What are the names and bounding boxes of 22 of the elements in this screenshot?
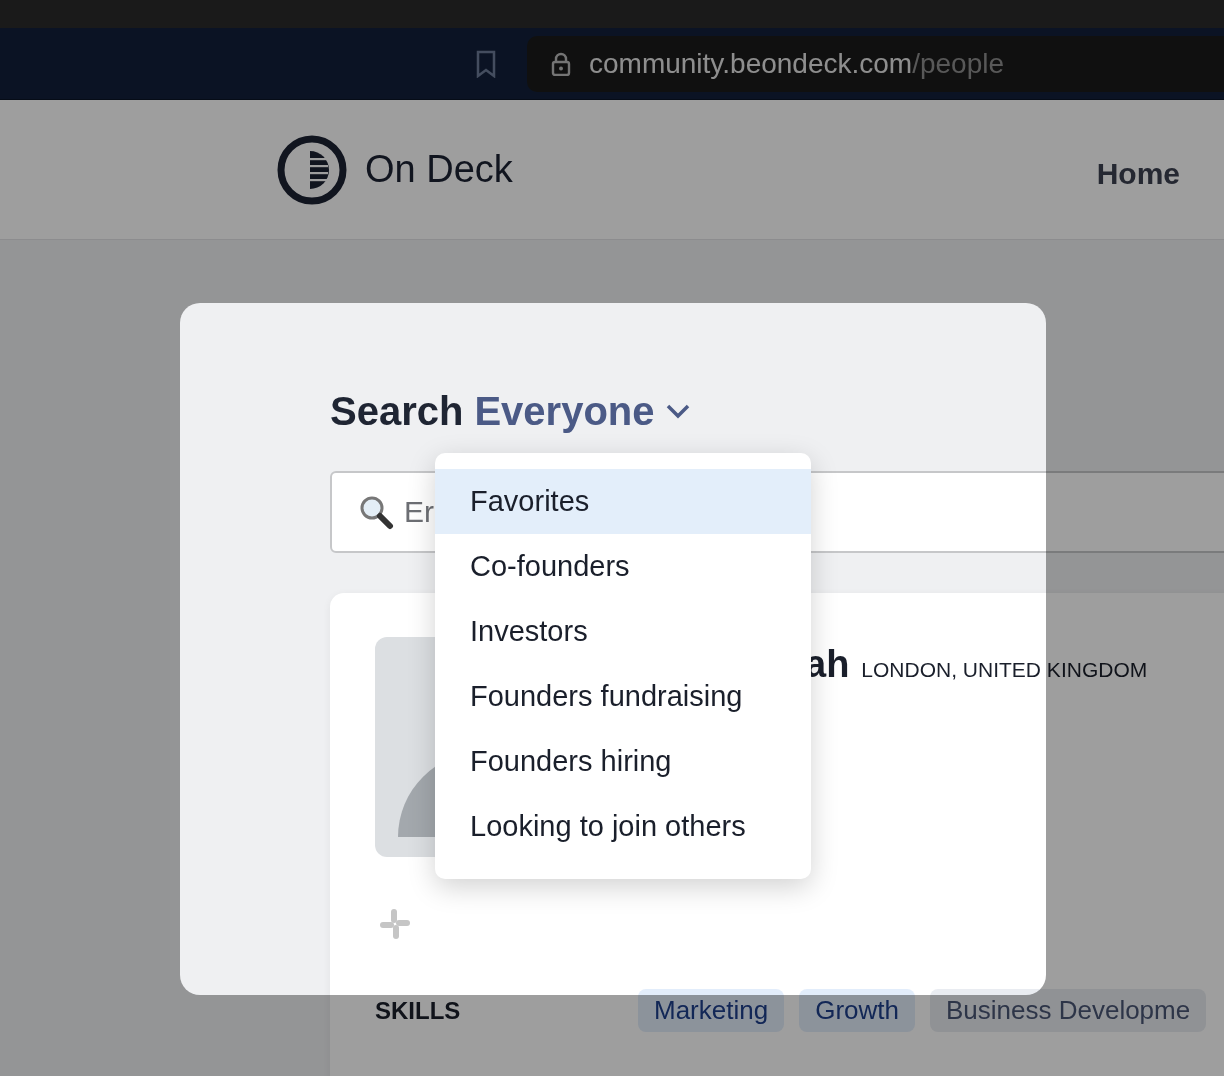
skill-tag: Business Developme [929, 989, 1207, 1032]
menu-item[interactable]: Favorites [435, 469, 811, 534]
skills-label: SKILLS [375, 996, 462, 1025]
profile-location: LONDON, UNITED KINGDOM [861, 658, 1148, 682]
url-text: community.beondeck.com/people [589, 47, 1005, 80]
logo-icon [277, 134, 347, 205]
scope-dropdown[interactable]: Everyone [474, 388, 691, 434]
lock-icon [551, 51, 571, 76]
search-icon [358, 494, 394, 530]
search-heading: Search [330, 388, 464, 434]
nav-link[interactable]: Home [1096, 156, 1180, 191]
menu-item[interactable]: Founders hiring [435, 729, 811, 794]
address-bar[interactable]: community.beondeck.com/people [527, 35, 1224, 92]
brand-name: On Deck [365, 148, 513, 191]
menu-item[interactable]: Looking to join others [435, 794, 811, 859]
skill-tag: Growth [799, 989, 915, 1032]
menu-item[interactable]: Founders fundraising [435, 664, 811, 729]
bookmark-icon[interactable] [475, 49, 497, 78]
slack-icon[interactable] [378, 907, 412, 941]
menu-item[interactable]: Investors [435, 599, 811, 664]
chevron-down-icon [664, 403, 691, 419]
skill-tag: Marketing [638, 989, 785, 1032]
